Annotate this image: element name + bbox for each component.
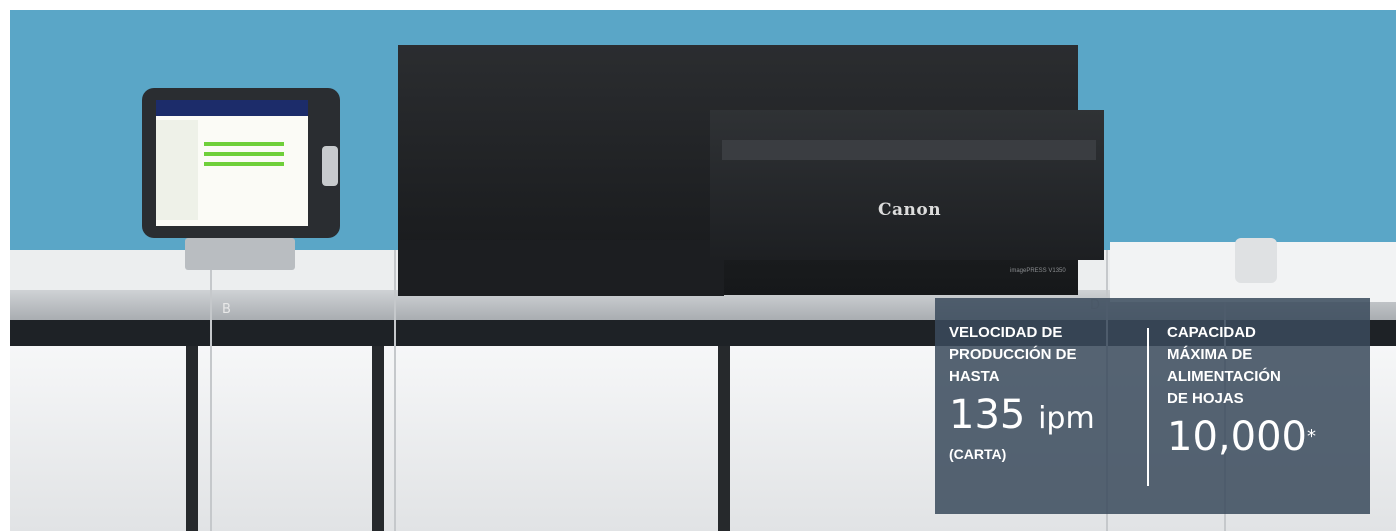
engine-front-panel	[710, 110, 1104, 260]
speed-note: (CARTA)	[949, 446, 1007, 462]
canon-logo: Canon	[878, 200, 942, 220]
unit-seam	[210, 250, 212, 531]
speed-label: VELOCIDAD DE PRODUCCIÓN DE HASTA	[949, 324, 1077, 385]
monitor-screen	[156, 100, 308, 226]
capacity-value-line: 10,000*	[1167, 414, 1362, 460]
speed-value: 135	[949, 392, 1026, 438]
cabinet-divider	[186, 346, 198, 531]
capacity-label: CAPACIDAD MÁXIMA DE ALIMENTACIÓN DE HOJA…	[1167, 324, 1281, 407]
screen-progress-row	[204, 162, 284, 166]
speed-spec: VELOCIDAD DE PRODUCCIÓN DE HASTA 135 ipm…	[949, 322, 1144, 462]
specs-overlay: VELOCIDAD DE PRODUCCIÓN DE HASTA 135 ipm…	[935, 298, 1370, 514]
cabinet	[384, 346, 718, 531]
cabinet	[198, 346, 372, 531]
capacity-value: 10,000	[1167, 414, 1307, 460]
monitor-stand	[185, 238, 295, 270]
speed-value-line: 135 ipm	[949, 392, 1144, 442]
cabinet-divider	[718, 346, 730, 531]
finisher-hopper	[1235, 238, 1277, 283]
speed-unit: ipm	[1038, 401, 1095, 436]
screen-progress-row	[204, 152, 284, 156]
screen-progress-row	[204, 142, 284, 146]
unit-seam	[394, 250, 396, 531]
screen-sidebar	[156, 120, 198, 220]
control-monitor	[142, 88, 340, 238]
capacity-spec: CAPACIDAD MÁXIMA DE ALIMENTACIÓN DE HOJA…	[1167, 322, 1362, 460]
engine-slot	[722, 140, 1096, 160]
spec-divider	[1147, 328, 1149, 486]
capacity-asterisk: *	[1306, 426, 1316, 447]
screen-title-bar	[156, 100, 308, 116]
unit-letter-b: B	[222, 302, 231, 317]
cabinet	[10, 346, 186, 531]
cabinet-divider	[372, 346, 384, 531]
engine-tray	[398, 240, 724, 296]
model-label: imagePRESS V1350	[1010, 268, 1066, 274]
monitor-knob	[322, 146, 338, 186]
